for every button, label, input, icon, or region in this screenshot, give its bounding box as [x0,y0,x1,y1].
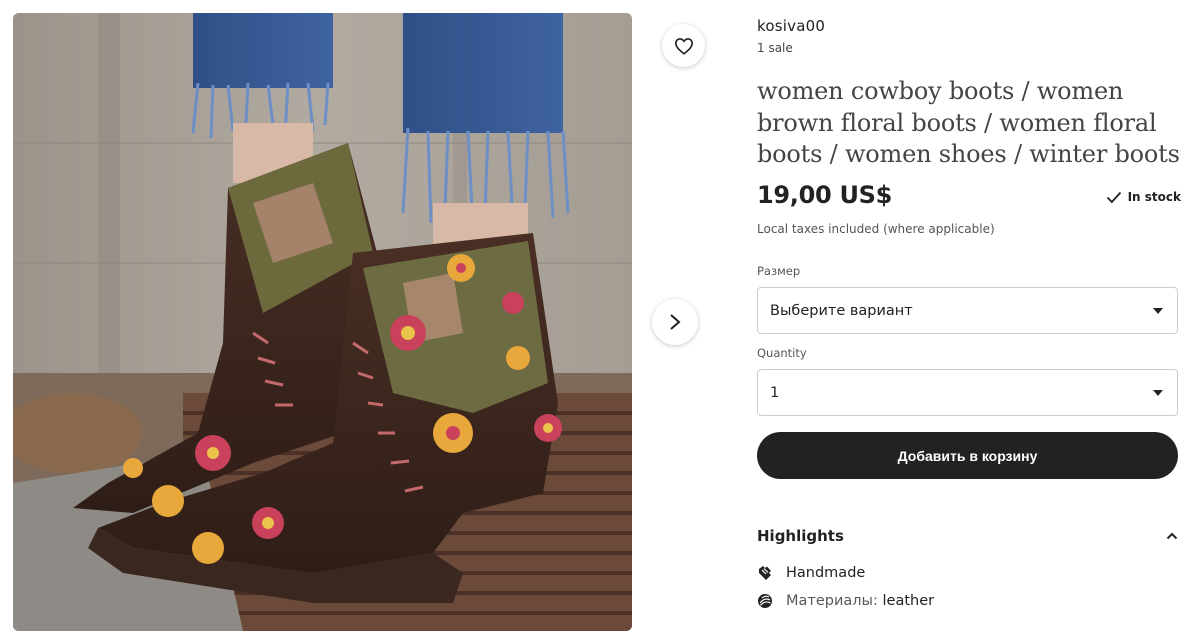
next-image-button[interactable] [652,299,698,345]
material-icon [758,594,772,608]
add-to-cart-button[interactable]: Добавить в корзину [757,432,1178,479]
hand-icon [759,566,771,580]
sales-count: 1 sale [757,41,793,55]
listing-title: women cowboy boots / women brown floral … [757,77,1180,168]
stock-status: In stock [1106,190,1181,204]
price: 19,00 US$ [757,181,893,209]
highlight-handmade: Handmade [757,565,865,581]
caret-down-icon [1153,307,1163,314]
check-icon [1106,191,1121,203]
heart-icon [674,37,693,55]
size-select-value: Выберите вариант [770,302,913,319]
chevron-right-icon [670,314,681,330]
highlight-handmade-value: Handmade [786,565,866,581]
stock-label: In stock [1127,190,1181,204]
highlight-materials-value: leather [882,593,935,609]
quantity-select-value: 1 [770,384,780,401]
shop-name-link[interactable]: kosiva00 [757,17,825,35]
quantity-select[interactable]: 1 [757,369,1178,416]
favorite-button[interactable] [662,24,705,67]
quantity-label: Quantity [757,346,807,360]
highlight-materials-label: Материалы: [786,593,878,609]
size-label: Размер [757,264,801,278]
highlights-title: Highlights [757,527,844,545]
boots-photo [13,13,632,631]
product-image[interactable] [13,13,632,631]
taxes-note: Local taxes included (where applicable) [757,222,995,236]
caret-down-icon [1153,389,1163,396]
highlights-toggle[interactable]: Highlights [757,527,1178,545]
chevron-up-icon [1166,532,1178,540]
size-select[interactable]: Выберите вариант [757,287,1178,334]
highlight-materials: Материалы: leather [757,593,934,609]
